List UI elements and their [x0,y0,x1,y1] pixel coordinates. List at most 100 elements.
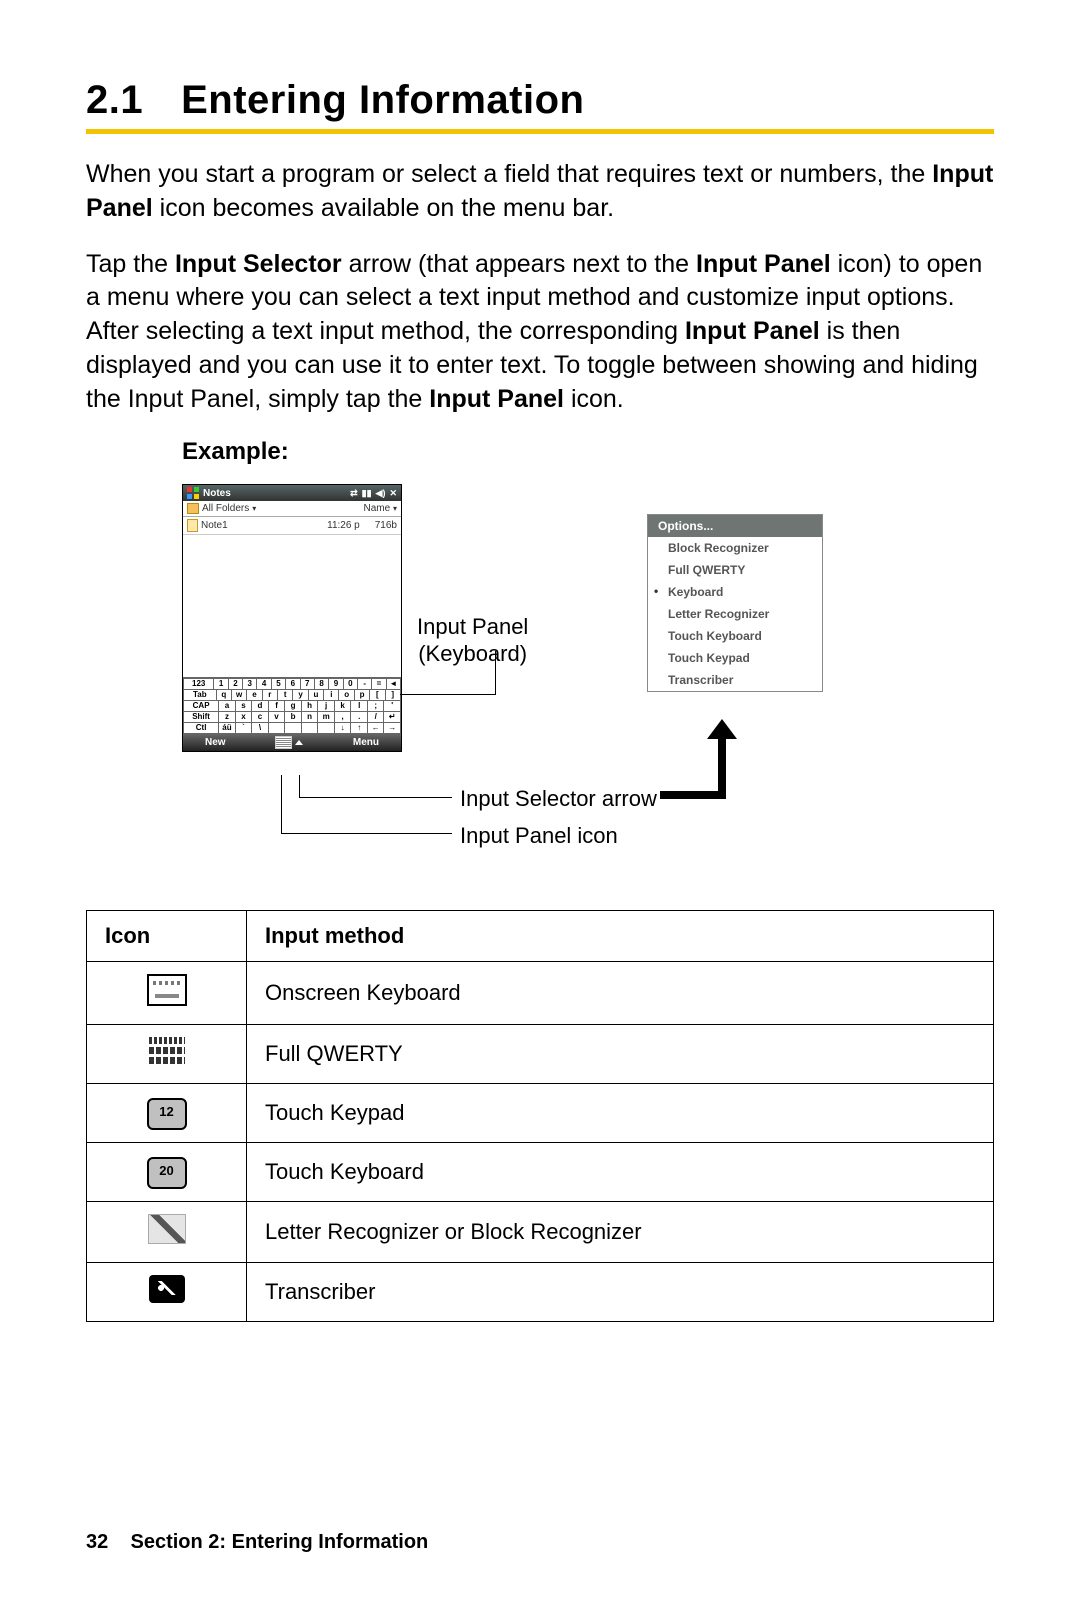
keyboard-key[interactable]: 6 [286,678,300,690]
keyboard-key[interactable]: d [252,701,269,712]
keyboard-key[interactable]: q [217,690,232,701]
keyboard-key[interactable]: h [302,701,319,712]
method-icon-cell [87,1025,247,1084]
options-title[interactable]: Options... [648,515,822,537]
keyboard-key[interactable]: . [351,712,368,723]
keyboard-key[interactable]: 3 [243,678,257,690]
keyboard-key[interactable]: c [252,712,269,723]
connector-line [495,651,496,695]
keyboard-key[interactable]: = [372,678,386,690]
keyboard-key[interactable]: 2 [229,678,243,690]
callout-input-panel-icon: Input Panel icon [460,823,618,849]
table-row: Letter Recognizer or Block Recognizer [87,1202,994,1263]
input-method-option[interactable]: Full QWERTY [648,559,822,581]
table-row: Onscreen Keyboard [87,962,994,1025]
paragraph-2: Tap the Input Selector arrow (that appea… [86,248,994,417]
keyboard-key[interactable]: y [293,690,308,701]
keyboard-key[interactable]: 123 [183,678,214,690]
keyboard-key[interactable]: ↓ [335,723,352,734]
keyboard-key[interactable]: ◄ [387,678,401,690]
method-icon-cell [87,962,247,1025]
note-size: 716b [375,520,397,531]
new-button[interactable]: New [205,737,226,748]
keyboard-key[interactable]: j [318,701,335,712]
keyboard-key[interactable]: ↵ [384,712,401,723]
keyboard-key[interactable]: t [278,690,293,701]
input-method-option[interactable]: Keyboard [648,581,822,603]
keyboard-key[interactable]: m [318,712,335,723]
keyboard-key[interactable]: / [368,712,385,723]
keyboard-key[interactable]: e [247,690,262,701]
keyboard-key[interactable] [302,723,319,734]
name-column-label: Name ▾ [364,503,397,514]
keyboard-key[interactable]: w [232,690,247,701]
keyboard-key[interactable]: 9 [329,678,343,690]
keyboard-key[interactable]: ' [384,701,401,712]
onscreen-keyboard: 1231234567890-=◄Tabqwertyuiop[]CAPasdfgh… [183,677,401,734]
windows-icon [187,487,199,499]
keyboard-key[interactable]: áü [219,723,236,734]
input-method-option[interactable]: Touch Keypad [648,647,822,669]
keyboard-key[interactable]: l [351,701,368,712]
keyboard-key[interactable]: ↑ [351,723,368,734]
keyboard-key[interactable]: s [236,701,253,712]
keyboard-key[interactable]: ← [368,723,385,734]
input-panel-icon[interactable] [275,736,292,749]
keyboard-key[interactable]: n [302,712,319,723]
close-icon: ✕ [389,488,397,499]
keyboard-key[interactable]: b [285,712,302,723]
keyboard-key[interactable]: → [384,723,401,734]
keypad-icon: 12 [147,1098,187,1130]
keyboard-key[interactable]: ` [236,723,253,734]
keyboard-key[interactable]: r [263,690,278,701]
connector-line [299,797,452,798]
keyboard-key[interactable]: Ctl [183,723,219,734]
keyboard-key[interactable]: v [269,712,286,723]
keyboard-key[interactable]: \ [252,723,269,734]
keypad-icon: 20 [147,1157,187,1189]
keyboard-key[interactable] [285,723,302,734]
keyboard-key[interactable]: z [219,712,236,723]
input-method-menu: Options... Block RecognizerFull QWERTYKe… [647,514,823,692]
keyboard-key[interactable]: g [285,701,302,712]
keyboard-key[interactable]: ; [368,701,385,712]
keyboard-key[interactable]: o [339,690,354,701]
keyboard-key[interactable]: 8 [315,678,329,690]
input-method-option[interactable]: Letter Recognizer [648,603,822,625]
chevron-down-icon: ▾ [252,504,256,513]
keyboard-key[interactable]: 5 [272,678,286,690]
keyboard-key[interactable]: , [335,712,352,723]
keyboard-key[interactable]: a [219,701,236,712]
keyboard-key[interactable]: Shift [183,712,219,723]
keyboard-key[interactable]: 0 [344,678,358,690]
keyboard-key[interactable] [269,723,286,734]
keyboard-key[interactable]: 7 [301,678,315,690]
input-selector-arrow-icon[interactable] [295,740,303,745]
keyboard-key[interactable]: 1 [214,678,228,690]
keyboard-key[interactable]: i [324,690,339,701]
keyboard-key[interactable]: f [269,701,286,712]
keyboard-key[interactable]: - [358,678,372,690]
example-label: Example: [182,438,994,466]
keyboard-key[interactable] [318,723,335,734]
heading-underline [86,129,994,134]
page-footer: 32 Section 2: Entering Information [86,1531,428,1554]
keyboard-key[interactable]: CAP [183,701,219,712]
keyboard-key[interactable]: u [309,690,324,701]
keyboard-key[interactable]: p [355,690,370,701]
keyboard-key[interactable]: x [236,712,253,723]
connector-line [400,694,495,695]
keyboard-key[interactable]: ] [386,690,401,701]
method-label: Full QWERTY [247,1025,994,1084]
method-icon-cell [87,1202,247,1263]
keyboard-key[interactable]: 4 [257,678,271,690]
input-method-option[interactable]: Touch Keyboard [648,625,822,647]
keyboard-key[interactable]: [ [370,690,385,701]
input-method-option[interactable]: Transcriber [648,669,822,691]
pen-icon [148,1214,186,1244]
menu-button[interactable]: Menu [353,737,379,748]
folder-bar: All Folders ▾ Name ▾ [183,501,401,517]
keyboard-key[interactable]: k [335,701,352,712]
keyboard-key[interactable]: Tab [183,690,217,701]
input-method-option[interactable]: Block Recognizer [648,537,822,559]
